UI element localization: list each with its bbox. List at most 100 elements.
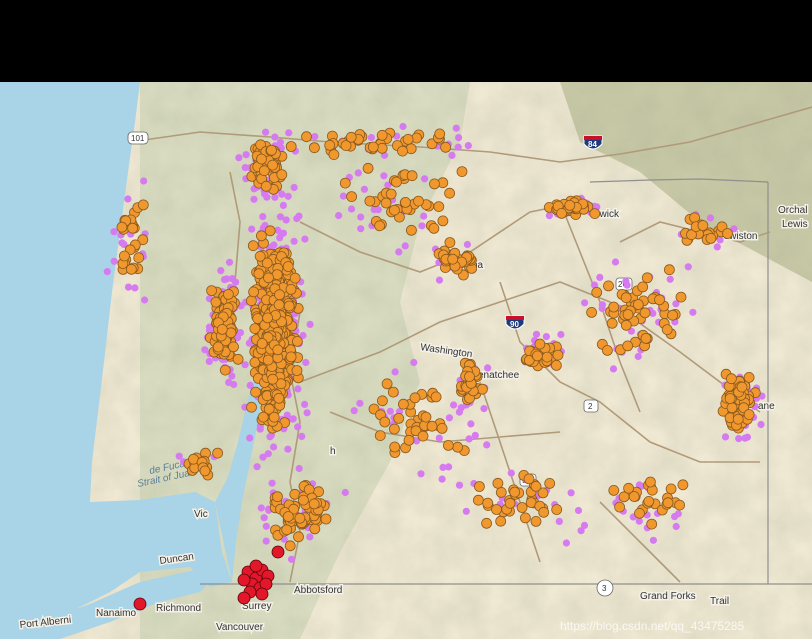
orange-point[interactable] (400, 197, 411, 208)
orange-point[interactable] (532, 350, 543, 362)
orange-point[interactable] (516, 502, 528, 513)
violet-point[interactable] (270, 443, 278, 451)
orange-point[interactable] (381, 378, 393, 390)
violet-point[interactable] (124, 283, 133, 291)
violet-point[interactable] (580, 521, 589, 529)
orange-point[interactable] (551, 359, 562, 371)
violet-point[interactable] (418, 222, 426, 230)
orange-point[interactable] (406, 170, 418, 182)
violet-point[interactable] (401, 242, 409, 250)
orange-point[interactable] (379, 416, 391, 428)
violet-point[interactable] (684, 263, 692, 271)
orange-point[interactable] (726, 402, 738, 414)
orange-point[interactable] (622, 340, 634, 352)
violet-point[interactable] (301, 235, 309, 243)
violet-point[interactable] (757, 420, 765, 429)
orange-point[interactable] (247, 240, 259, 252)
violet-point[interactable] (360, 185, 368, 193)
red-point[interactable] (133, 597, 147, 611)
violet-point[interactable] (622, 277, 630, 285)
violet-point[interactable] (306, 533, 314, 541)
orange-point[interactable] (276, 169, 288, 180)
violet-point[interactable] (124, 195, 132, 203)
orange-point[interactable] (390, 176, 402, 188)
orange-point[interactable] (492, 477, 504, 489)
violet-point[interactable] (611, 258, 620, 266)
orange-point[interactable] (264, 225, 276, 237)
violet-point[interactable] (452, 124, 460, 132)
orange-point[interactable] (504, 497, 516, 509)
orange-point[interactable] (222, 288, 234, 300)
violet-point[interactable] (713, 243, 721, 251)
orange-point[interactable] (267, 373, 279, 385)
violet-point[interactable] (438, 475, 446, 483)
orange-point[interactable] (281, 524, 293, 536)
orange-point[interactable] (509, 486, 521, 498)
orange-point[interactable] (620, 319, 632, 331)
violet-point[interactable] (241, 164, 249, 172)
orange-point[interactable] (273, 299, 285, 311)
orange-point[interactable] (481, 517, 493, 529)
orange-point[interactable] (219, 364, 231, 376)
orange-point[interactable] (732, 413, 744, 425)
violet-point[interactable] (250, 195, 258, 203)
orange-point[interactable] (266, 144, 277, 156)
orange-point[interactable] (397, 145, 408, 157)
orange-point[interactable] (664, 264, 675, 276)
orange-point[interactable] (726, 373, 737, 385)
violet-point[interactable] (341, 488, 349, 497)
orange-point[interactable] (388, 204, 400, 216)
violet-point[interactable] (596, 273, 604, 281)
orange-point[interactable] (125, 263, 137, 275)
orange-point[interactable] (420, 411, 432, 423)
orange-point[interactable] (520, 512, 531, 524)
orange-point[interactable] (283, 300, 295, 312)
violet-point[interactable] (483, 441, 491, 449)
orange-point[interactable] (285, 283, 297, 295)
violet-point[interactable] (225, 378, 233, 386)
orange-point[interactable] (308, 498, 320, 510)
violet-point[interactable] (205, 357, 213, 365)
violet-point[interactable] (410, 358, 418, 367)
violet-point[interactable] (335, 212, 343, 220)
map-view[interactable]: Strait of Juan de Fuca enatchee Washingt… (0, 82, 812, 639)
violet-point[interactable] (467, 420, 475, 428)
violet-point[interactable] (354, 169, 362, 177)
violet-point[interactable] (201, 346, 209, 354)
orange-point[interactable] (473, 481, 485, 492)
orange-point[interactable] (637, 281, 649, 293)
orange-point[interactable] (564, 200, 576, 211)
orange-point[interactable] (257, 411, 269, 423)
orange-point[interactable] (282, 511, 294, 522)
violet-point[interactable] (285, 129, 293, 137)
violet-point[interactable] (649, 536, 658, 544)
orange-point[interactable] (387, 386, 399, 398)
orange-point[interactable] (405, 224, 417, 236)
violet-point[interactable] (110, 228, 118, 236)
orange-point[interactable] (291, 335, 303, 347)
violet-point[interactable] (455, 481, 464, 489)
orange-point[interactable] (417, 430, 429, 442)
orange-point[interactable] (495, 486, 507, 498)
orange-point[interactable] (376, 129, 388, 141)
violet-point[interactable] (311, 133, 319, 141)
orange-point[interactable] (665, 483, 677, 495)
orange-point[interactable] (256, 153, 267, 165)
orange-point[interactable] (249, 323, 261, 335)
orange-point[interactable] (452, 441, 464, 453)
orange-point[interactable] (538, 506, 550, 518)
orange-point[interactable] (272, 491, 283, 503)
violet-point[interactable] (567, 489, 575, 497)
orange-point[interactable] (534, 338, 546, 350)
violet-point[interactable] (465, 435, 473, 443)
violet-point[interactable] (357, 213, 365, 221)
orange-point[interactable] (255, 230, 267, 242)
violet-point[interactable] (303, 409, 311, 417)
violet-point[interactable] (672, 522, 680, 531)
violet-point[interactable] (666, 275, 674, 283)
orange-point[interactable] (262, 354, 274, 366)
violet-point[interactable] (262, 128, 270, 136)
orange-point[interactable] (328, 149, 340, 160)
violet-point[interactable] (278, 190, 286, 198)
violet-point[interactable] (454, 143, 462, 151)
